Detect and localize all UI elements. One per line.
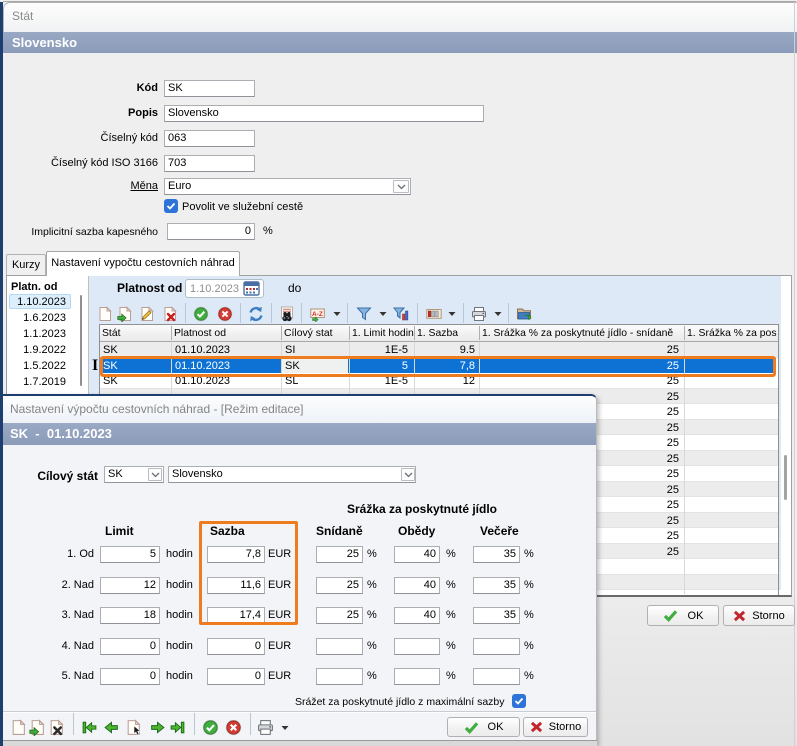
- svg-text:A-Z: A-Z: [312, 311, 323, 318]
